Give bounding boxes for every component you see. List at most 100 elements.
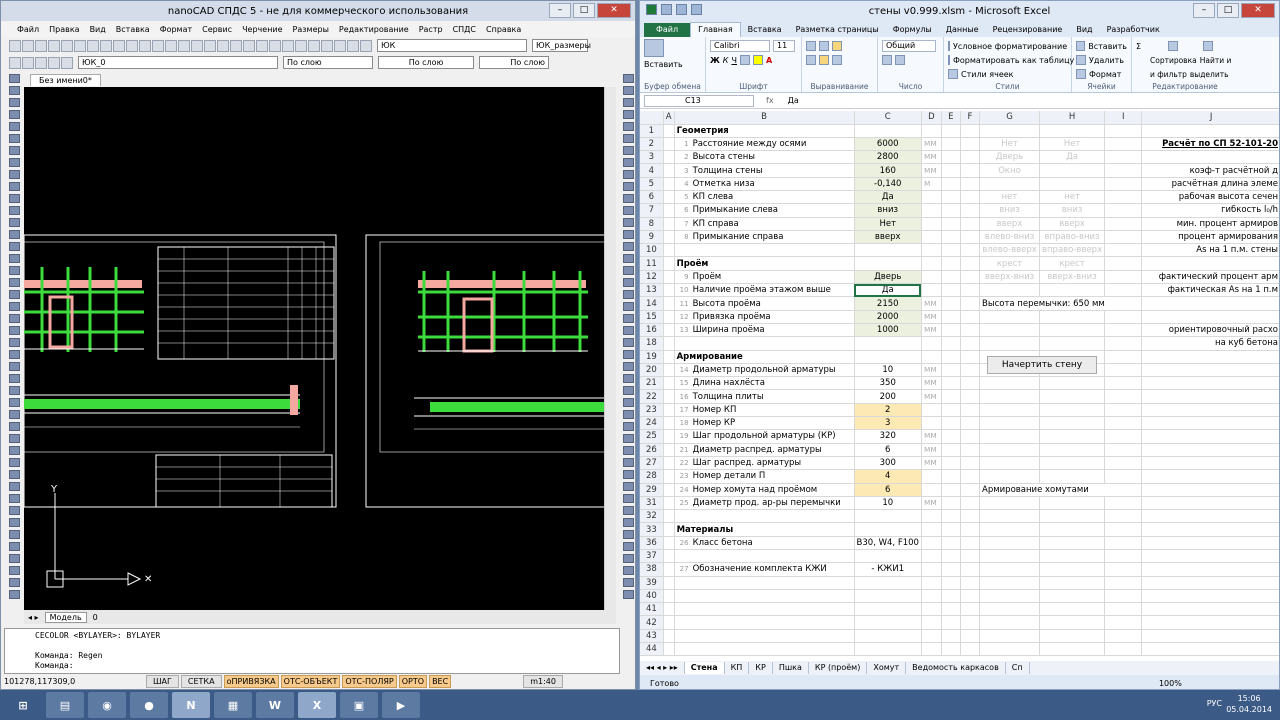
cell-g[interactable] [979,456,1040,471]
save-icon[interactable] [661,4,672,15]
tool-icon[interactable] [8,242,20,251]
cell-c[interactable] [854,243,922,258]
cell-i[interactable] [1104,443,1143,457]
cell-g[interactable] [979,536,1040,551]
cell-b[interactable]: 23 Номер детали П [674,469,855,484]
cell-g[interactable]: нет [979,190,1040,205]
nanocad-icon[interactable]: N [172,692,210,718]
cell-e[interactable] [941,496,961,511]
cell-j[interactable] [1141,443,1279,457]
cell-i[interactable] [1104,336,1143,351]
cell-c[interactable]: 6000 [854,137,922,152]
ribbon-tab[interactable]: Вставка [741,23,789,37]
tool-icon[interactable] [622,146,634,155]
cell-i[interactable] [1104,576,1143,590]
tool-icon[interactable] [8,434,20,443]
cell-e[interactable] [941,243,961,258]
cell-c[interactable]: 2 [854,403,922,418]
status-snap[interactable]: ШАГ [146,674,179,688]
cell-c[interactable]: -0,140 [854,177,922,191]
cell-f[interactable] [960,190,981,205]
cell-h[interactable] [1039,509,1106,524]
sheet-nav-icon[interactable]: ◂◂ ◂ ▸ ▸▸ [640,662,685,674]
cell-h[interactable] [1039,323,1106,338]
menu-item[interactable]: Формат [160,25,192,34]
tool-icon[interactable] [622,518,634,527]
cell-c[interactable]: Дверь [854,270,922,285]
cell-c[interactable]: 3 [854,416,922,431]
tool-icon[interactable] [622,242,634,251]
tool-icon[interactable] [622,422,634,431]
tool-icon[interactable] [8,254,20,263]
close-icon[interactable]: ✕ [1241,3,1275,18]
ribbon-tab[interactable]: Данные [939,23,986,37]
cell-c[interactable]: 300 [854,456,922,471]
tool-icon[interactable] [622,98,634,107]
tool-icon[interactable] [8,218,20,227]
cell-i[interactable] [1104,509,1143,524]
cell-f[interactable] [960,549,981,564]
cell-b[interactable]: 26 Класс бетона [674,536,855,551]
cell-a[interactable] [663,629,675,644]
cell-f[interactable] [960,336,981,351]
cell-b[interactable]: 5 КП слева [674,190,855,205]
tool-icon[interactable] [622,110,634,119]
cell-a[interactable] [663,403,675,418]
cell-j[interactable] [1141,536,1279,551]
cell-j[interactable] [1141,522,1279,537]
tool-icon[interactable] [622,434,634,443]
paste-icon[interactable] [644,39,664,57]
cell-f[interactable] [960,389,981,404]
cell-j[interactable] [1141,576,1279,590]
tool-icon[interactable] [622,374,634,383]
tool-icon[interactable] [8,410,20,419]
cell-e[interactable] [941,283,961,298]
restore-icon[interactable]: □ [1217,3,1239,18]
italic-icon[interactable]: К [723,56,729,65]
cell-d[interactable]: мм [921,363,942,378]
cell-h[interactable] [1039,429,1106,444]
find-button[interactable]: Найти и [1200,56,1232,65]
cell-b[interactable] [674,336,855,351]
cell-i[interactable] [1104,522,1143,537]
cell-b[interactable]: 16 Толщина плиты [674,389,855,404]
cell-a[interactable] [663,642,675,657]
tool-icon[interactable] [622,266,634,275]
tool-icon[interactable] [8,494,20,503]
tool-icon[interactable] [8,482,20,491]
maximize-icon[interactable]: □ [573,3,595,18]
tool-icon[interactable] [622,410,634,419]
cell-h[interactable] [1039,443,1106,457]
cell-a[interactable] [663,310,675,324]
cell-i[interactable] [1104,642,1143,657]
cell-j[interactable] [1141,376,1279,391]
status-polar[interactable]: ОТС-ПОЛЯР [342,674,397,688]
cell-j[interactable] [1141,124,1279,138]
cell-h[interactable] [1039,336,1106,351]
column-header[interactable]: C [854,111,922,125]
menu-item[interactable]: СПДС [453,25,476,34]
tool-icon[interactable] [8,506,20,515]
sheet-tab[interactable]: КР (проём) [809,662,868,674]
cell-b[interactable]: 10 Наличие проёма этажом выше [674,283,855,298]
align-left-icon[interactable] [806,55,816,65]
column-header[interactable]: E [941,111,961,125]
cell-e[interactable] [941,336,961,351]
cell-j[interactable] [1141,389,1279,404]
cell-e[interactable] [941,296,961,311]
cell-d[interactable] [921,602,942,617]
ribbon-tab[interactable]: Разметка страницы [789,23,886,37]
cell-d[interactable] [921,217,942,231]
cell-d[interactable] [921,469,942,484]
tool-icon[interactable] [622,554,634,563]
menu-item[interactable]: Черчение [242,25,282,34]
cell-g[interactable]: Дверь [979,150,1040,165]
tool-icon[interactable] [8,278,20,287]
tool-icon[interactable] [8,230,20,239]
comma-icon[interactable] [895,55,905,65]
sheet-tab[interactable]: Хомут [867,662,907,674]
row-header[interactable]: 9 [640,230,664,245]
cell-e[interactable] [941,416,961,431]
cell-j[interactable] [1141,642,1279,657]
cell-e[interactable] [941,310,961,324]
